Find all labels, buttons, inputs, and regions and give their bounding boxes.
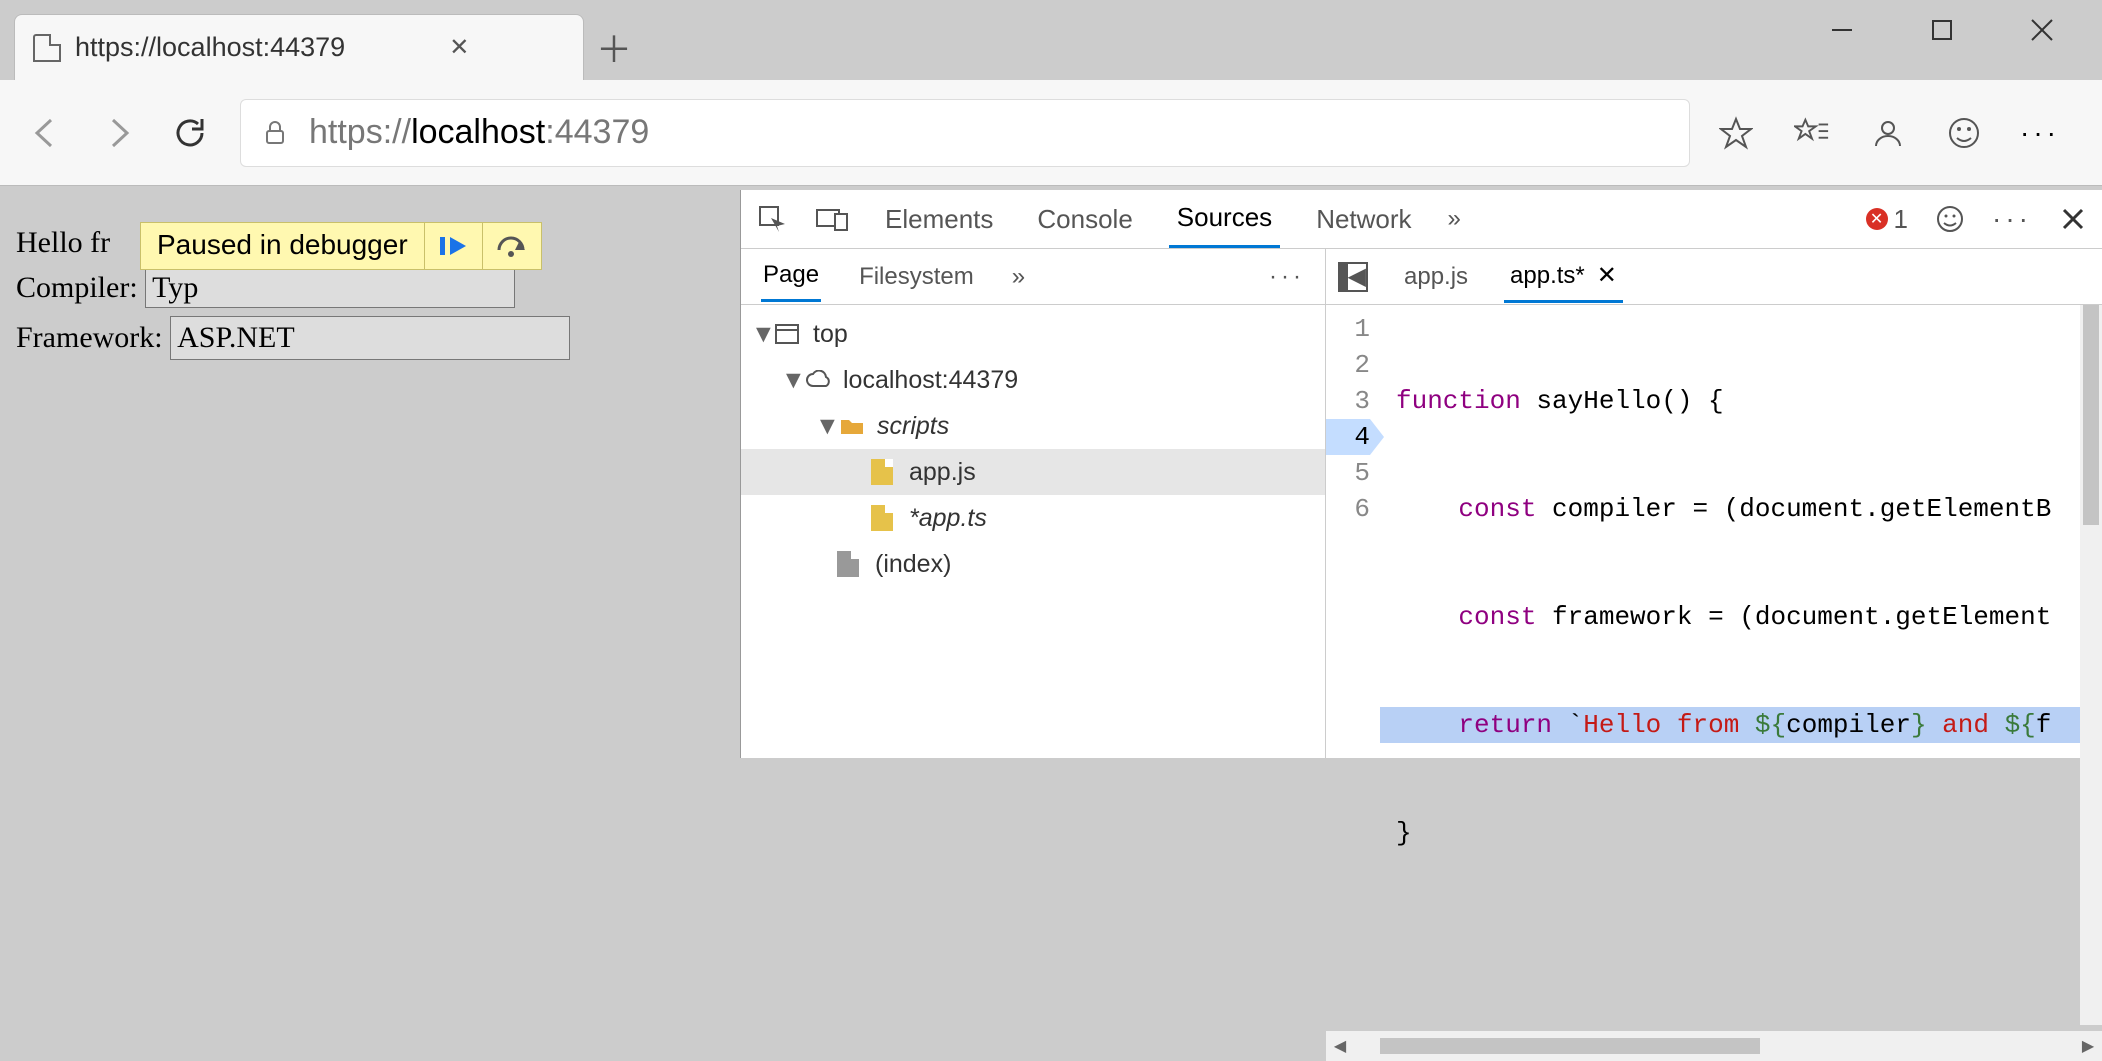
favorites-list-button[interactable] — [1794, 115, 1830, 151]
address-bar[interactable]: https://localhost:44379 — [240, 99, 1690, 167]
favorite-button[interactable] — [1718, 115, 1754, 151]
ts-file-icon — [871, 505, 899, 531]
settings-menu-button[interactable]: ··· — [2022, 115, 2058, 151]
document-icon — [837, 551, 865, 577]
navigator-tab-page[interactable]: Page — [761, 251, 821, 302]
tree-label: scripts — [877, 412, 949, 441]
profile-button[interactable] — [1870, 115, 1906, 151]
editor-tab-close-button[interactable]: ✕ — [1597, 262, 1617, 289]
feedback-button[interactable] — [1946, 115, 1982, 151]
tree-node-origin[interactable]: ▼ localhost:44379 — [741, 357, 1325, 403]
paused-in-debugger-overlay: Paused in debugger — [140, 222, 542, 270]
toolbar: https://localhost:44379 ··· — [0, 80, 2102, 186]
debugger-resume-button[interactable] — [425, 223, 483, 269]
toggle-navigator-button[interactable]: ◀ — [1338, 262, 1368, 292]
navigator-more-options-button[interactable]: ··· — [1269, 263, 1305, 291]
devtools-tab-network[interactable]: Network — [1308, 192, 1419, 247]
inspect-element-button[interactable] — [757, 204, 787, 234]
lock-icon — [261, 119, 289, 147]
page-heading: Hello fr — [16, 226, 110, 260]
error-count: 1 — [1894, 204, 1908, 235]
devtools-close-button[interactable] — [2060, 206, 2086, 232]
editor-tab-appjs[interactable]: app.js — [1398, 253, 1474, 301]
framework-label: Framework: — [16, 321, 170, 355]
browser-tab[interactable]: https://localhost:44379 ✕ — [14, 14, 584, 80]
page-content: Hello fr Compiler: Framework: Paused in … — [0, 190, 740, 758]
sources-editor: ◀ app.js app.ts*✕ 1 2 3 4 5 6 function s… — [1326, 249, 2102, 1061]
back-button[interactable] — [24, 111, 68, 155]
folder-icon — [839, 416, 867, 436]
refresh-button[interactable] — [168, 111, 212, 155]
error-icon: ✕ — [1866, 208, 1888, 230]
tree-node-top[interactable]: ▼ top — [741, 311, 1325, 357]
code-lines: function sayHello() { const compiler = (… — [1380, 305, 2102, 1031]
devtools-tab-elements[interactable]: Elements — [877, 192, 1001, 247]
js-file-icon — [871, 459, 899, 485]
device-toolbar-button[interactable] — [815, 206, 849, 232]
paused-message: Paused in debugger — [141, 223, 425, 269]
tree-label: app.js — [909, 458, 976, 487]
horizontal-scrollbar[interactable]: ◀▶ — [1326, 1031, 2102, 1061]
tree-label: *app.ts — [909, 504, 987, 533]
devtools-panel: Elements Console Sources Network » ✕ 1 ·… — [740, 190, 2102, 758]
window-minimize-button[interactable] — [1822, 10, 1862, 50]
new-tab-button[interactable]: ＋ — [584, 14, 644, 80]
navigator-tab-filesystem[interactable]: Filesystem — [857, 253, 976, 301]
error-count-badge[interactable]: ✕ 1 — [1866, 204, 1908, 235]
cloud-icon — [805, 370, 833, 390]
forward-button[interactable] — [96, 111, 140, 155]
window-icon — [775, 324, 803, 344]
compiler-input[interactable] — [145, 268, 515, 308]
tab-close-button[interactable]: ✕ — [449, 33, 469, 62]
devtools-settings-button[interactable]: ··· — [1992, 203, 2032, 235]
line-gutter: 1 2 3 4 5 6 — [1326, 305, 1380, 1031]
devtools-tabstrip: Elements Console Sources Network » ✕ 1 ·… — [741, 190, 2102, 249]
framework-input[interactable] — [170, 316, 570, 360]
editor-tab-appts[interactable]: app.ts*✕ — [1504, 251, 1623, 303]
window-maximize-button[interactable] — [1922, 10, 1962, 50]
sources-navigator: Page Filesystem » ··· ▼ top ▼ localhost:… — [741, 249, 1326, 1061]
compiler-label: Compiler: — [16, 271, 145, 305]
tree-node-folder-scripts[interactable]: ▼ scripts — [741, 403, 1325, 449]
tree-label: localhost:44379 — [843, 366, 1018, 395]
tree-label: (index) — [875, 550, 951, 579]
vertical-scrollbar[interactable] — [2080, 305, 2102, 1025]
devtools-tab-console[interactable]: Console — [1029, 192, 1140, 247]
tree-node-file-appjs[interactable]: app.js — [741, 449, 1325, 495]
window-close-button[interactable] — [2022, 10, 2062, 50]
url-text: https://localhost:44379 — [309, 113, 649, 152]
devtools-more-tabs-button[interactable]: » — [1448, 205, 1461, 233]
tab-title: https://localhost:44379 — [75, 32, 345, 63]
tree-label: top — [813, 320, 848, 349]
devtools-feedback-button[interactable] — [1936, 205, 1964, 233]
devtools-tab-sources[interactable]: Sources — [1169, 190, 1280, 248]
navigator-more-tabs-button[interactable]: » — [1012, 263, 1025, 291]
file-icon — [33, 34, 61, 62]
debugger-step-over-button[interactable] — [483, 223, 541, 269]
code-editor[interactable]: 1 2 3 4 5 6 function sayHello() { const … — [1326, 305, 2102, 1031]
tree-node-index[interactable]: (index) — [741, 541, 1325, 587]
tree-node-file-appts[interactable]: *app.ts — [741, 495, 1325, 541]
